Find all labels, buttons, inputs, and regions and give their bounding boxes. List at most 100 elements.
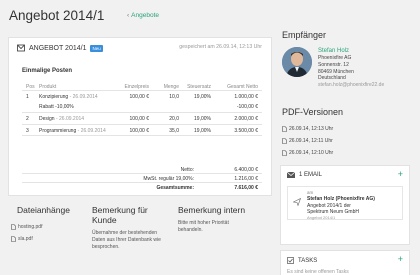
row-product: Konzipierung - 26.09.2014 bbox=[39, 94, 98, 100]
row-pos: 1 bbox=[26, 94, 29, 100]
row-qty: 20,0 bbox=[169, 116, 179, 122]
file-icon bbox=[282, 150, 287, 156]
row-qty: 35,0 bbox=[169, 127, 179, 134]
row-unit-price: 100,00 € bbox=[129, 116, 149, 122]
add-email-button[interactable]: + bbox=[398, 169, 403, 179]
row-total: 1.000,00 € bbox=[234, 94, 258, 100]
remark-customer-title: Bemerkung für Kunde bbox=[92, 205, 148, 225]
product-date: - 26.09.2014 bbox=[55, 116, 85, 122]
attachment-name: sla.pdf bbox=[18, 236, 33, 242]
col-header: Einzelpreis bbox=[124, 84, 149, 90]
table-row[interactable]: 3 Programmierung - 26.09.2014 100,00 € 3… bbox=[22, 125, 262, 136]
recipient-email[interactable]: stefan.holz@phoenixfire22.de bbox=[318, 82, 384, 89]
col-header: Pos bbox=[26, 84, 35, 90]
document-icon bbox=[17, 44, 25, 52]
pdf-version-label: 26.09.14, 12:13 Uhr bbox=[289, 126, 334, 132]
row-total: 3.500,00 € bbox=[234, 127, 258, 134]
row-unit-price: 100,00 € bbox=[129, 94, 149, 100]
pdf-version-label: 26.09.14, 12:10 Uhr bbox=[289, 150, 334, 156]
netto-line: Netto: 6.400,00 € bbox=[22, 165, 262, 174]
person-icon bbox=[282, 47, 312, 77]
row-tax: 19,00% bbox=[194, 94, 211, 100]
total-line: Gesamtsumme: 7.616,00 € bbox=[22, 183, 262, 192]
table-row[interactable]: 1 Konzipierung - 26.09.2014 100,00 € 10,… bbox=[22, 91, 262, 113]
document-header: ANGEBOT 2014/1 Neu bbox=[17, 44, 103, 52]
row-pos: 2 bbox=[26, 116, 29, 122]
total-label: Gesamtsumme: bbox=[156, 185, 194, 191]
back-link[interactable]: ‹ Angebote bbox=[127, 12, 159, 19]
table-header: Pos Produkt Einzelpreis Menge Steuersatz… bbox=[22, 82, 262, 91]
checkbox-icon bbox=[287, 257, 294, 264]
attachment-name: hosting.pdf bbox=[18, 224, 43, 230]
recipient-name[interactable]: Stefan Holz bbox=[318, 47, 384, 55]
attachment-file[interactable]: sla.pdf bbox=[11, 236, 33, 242]
tasks-empty-text: Es sind keine offenen Tasks bbox=[287, 269, 349, 275]
total-value: 7.616,00 € bbox=[234, 185, 258, 191]
product-name: Design bbox=[39, 116, 55, 122]
product-name: Programmierung bbox=[39, 127, 77, 134]
recipient-street: Sonnenstr. 12 bbox=[318, 61, 349, 68]
col-header: Steuersatz bbox=[187, 84, 211, 90]
row-qty: 10,0 bbox=[169, 94, 179, 100]
file-icon bbox=[282, 138, 287, 144]
email-item[interactable]: am Stefan Holz (Phoenixfire AG) Angebot … bbox=[287, 186, 403, 220]
table-row[interactable]: 2 Design - 26.09.2014 100,00 € 20,0 19,0… bbox=[22, 113, 262, 125]
email-box: 1 EMAIL + am Stefan Holz (Phoenixfire AG… bbox=[280, 165, 410, 245]
row-pos: 3 bbox=[26, 127, 29, 134]
pdf-version-item[interactable]: 26.09.14, 12:11 Uhr bbox=[282, 138, 333, 144]
attachment-file[interactable]: hosting.pdf bbox=[11, 224, 42, 230]
product-name: Konzipierung bbox=[39, 94, 69, 100]
mwst-line: MwSt. regulär 19,00%: 1.216,00 € bbox=[22, 174, 262, 183]
row-product: Design - 26.09.2014 bbox=[39, 116, 84, 122]
col-header: Menge bbox=[163, 84, 179, 90]
send-icon bbox=[293, 198, 301, 206]
col-header: Produkt bbox=[39, 84, 57, 90]
recipient-heading: Empfänger bbox=[282, 30, 327, 40]
product-date: - 26.09.2014 bbox=[77, 127, 106, 134]
pdf-version-item[interactable]: 26.09.14, 12:10 Uhr bbox=[282, 150, 333, 156]
tasks-box: TASKS + Es sind keine offenen Tasks bbox=[280, 250, 410, 275]
pdf-version-label: 26.09.14, 12:11 Uhr bbox=[289, 138, 333, 144]
mail-icon bbox=[287, 172, 295, 178]
row-tax: 19,00% bbox=[194, 127, 211, 134]
attachments-title: Dateianhänge bbox=[17, 205, 70, 215]
totals: Netto: 6.400,00 € MwSt. regulär 19,00%: … bbox=[22, 165, 262, 192]
document-panel: ANGEBOT 2014/1 Neu gespeichert am 26.09.… bbox=[8, 37, 272, 196]
email-ref: Angebot 2014/1 bbox=[307, 215, 336, 220]
add-task-button[interactable]: + bbox=[398, 254, 403, 264]
remark-internal-text[interactable]: Bitte mit hoher Priorität behandeln. bbox=[178, 220, 248, 234]
netto-value: 6.400,00 € bbox=[234, 167, 258, 173]
row-discount-value: -100,00 € bbox=[236, 104, 258, 110]
status-badge: Neu bbox=[90, 44, 103, 52]
pdf-version-item[interactable]: 26.09.14, 12:13 Uhr bbox=[282, 126, 333, 132]
recipient-country: Deutschland bbox=[318, 75, 346, 82]
recipient-company: Phoenixfire AG bbox=[318, 55, 352, 62]
page-title: Angebot 2014/1 bbox=[9, 8, 105, 23]
product-date: - 26.09.2014 bbox=[69, 94, 98, 100]
col-header: Gesamt Netto bbox=[227, 84, 258, 90]
remark-customer-text[interactable]: Übernahme der bestehenden Daten aus Ihre… bbox=[92, 230, 166, 251]
document-name: ANGEBOT 2014/1 bbox=[29, 44, 87, 52]
row-product: Programmierung - 26.09.2014 bbox=[39, 128, 106, 134]
mwst-value: 1.216,00 € bbox=[234, 176, 258, 182]
tasks-box-header: TASKS bbox=[287, 257, 317, 264]
file-icon bbox=[11, 236, 16, 242]
items-table: Pos Produkt Einzelpreis Menge Steuersatz… bbox=[22, 82, 262, 136]
recipient-contact: Stefan Holz Phoenixfire AG Sonnenstr. 12… bbox=[318, 47, 384, 89]
file-icon bbox=[282, 126, 287, 132]
row-discount-label: Rabatt -10,00% bbox=[39, 104, 74, 110]
saved-timestamp: gespeichert am 26.09.14, 12:13 Uhr bbox=[179, 44, 262, 50]
row-total: 2.000,00 € bbox=[234, 116, 258, 122]
row-tax: 19,00% bbox=[194, 116, 211, 122]
email-am: am bbox=[307, 190, 314, 195]
chevron-left-icon: ‹ bbox=[127, 12, 130, 19]
email-box-header: 1 EMAIL bbox=[287, 172, 322, 178]
tasks-box-title: TASKS bbox=[298, 257, 318, 264]
file-icon bbox=[11, 224, 16, 230]
pdf-versions-heading: PDF-Versionen bbox=[282, 107, 344, 117]
recipient-city: 80469 München bbox=[318, 68, 354, 75]
avatar bbox=[282, 47, 312, 77]
back-link-label: Angebote bbox=[131, 12, 160, 19]
email-box-title: 1 EMAIL bbox=[299, 172, 323, 178]
row-unit-price: 100,00 € bbox=[129, 127, 149, 134]
